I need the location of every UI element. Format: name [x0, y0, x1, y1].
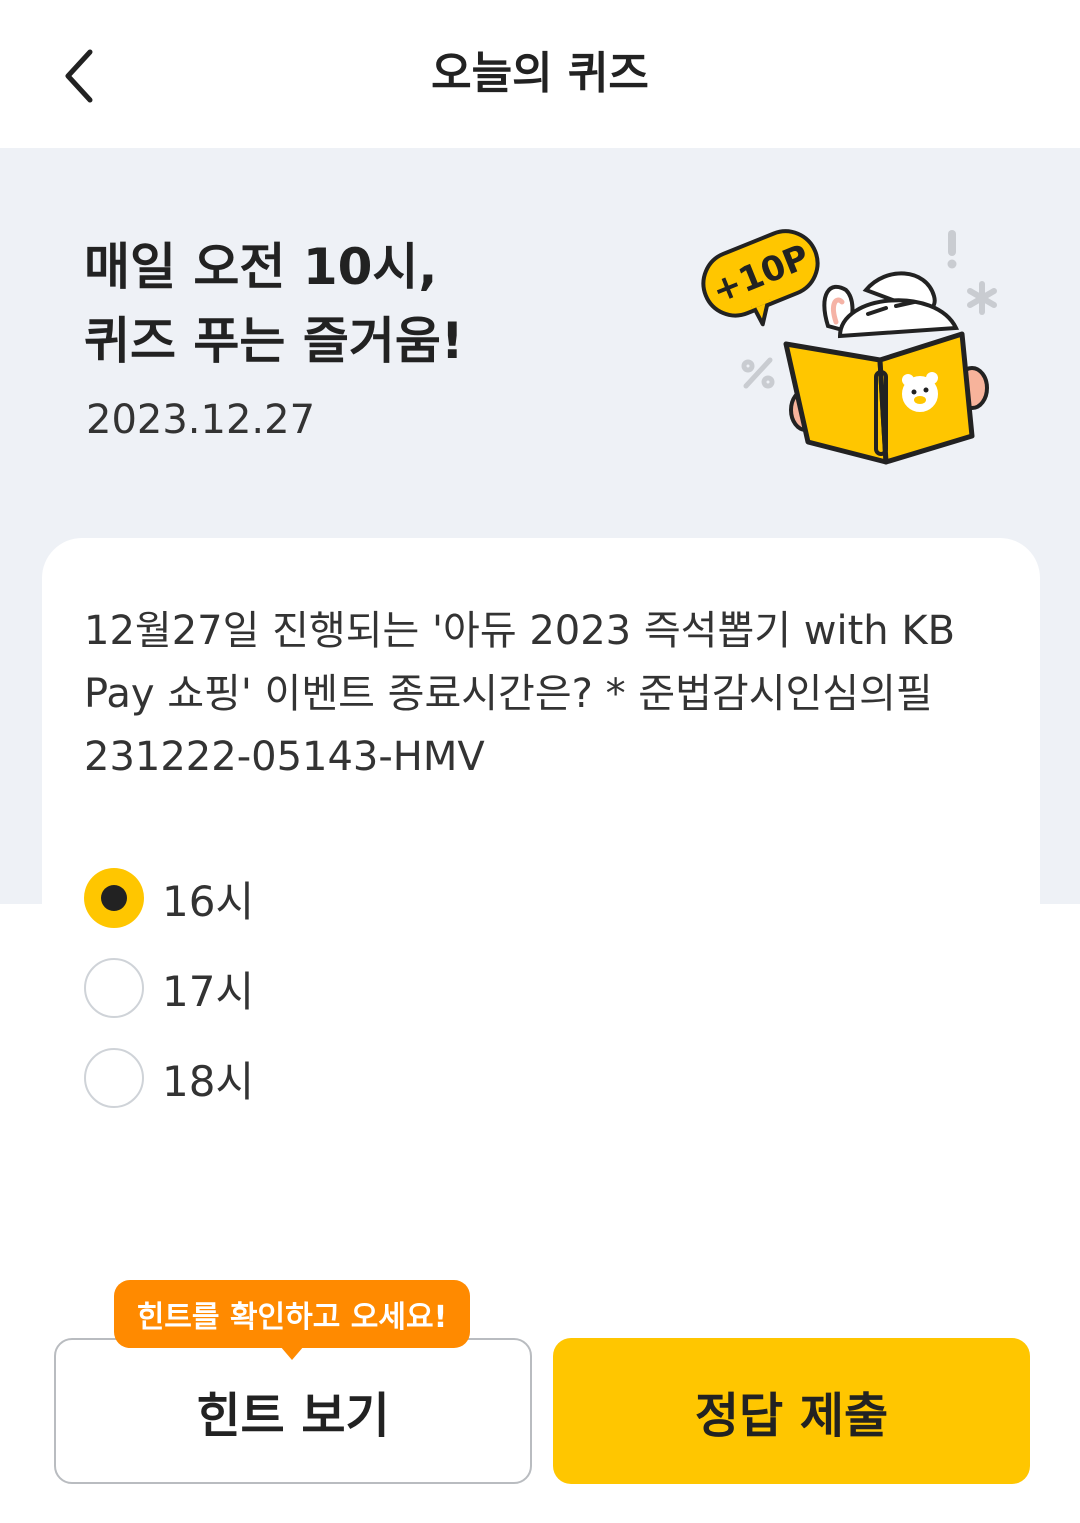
percent-icon: [741, 357, 775, 389]
bear-logo-icon: [902, 372, 938, 412]
answer-option-label: 18시: [162, 1056, 255, 1106]
answer-option-label: 17시: [162, 966, 255, 1016]
hint-tooltip: 힌트를 확인하고 오세요!: [114, 1280, 470, 1348]
asterisk-icon: [967, 281, 997, 315]
answer-option-18[interactable]: 18시: [84, 1046, 684, 1110]
hero-headline-line1: 매일 오전 10시,: [84, 238, 438, 296]
radio-selected-icon[interactable]: [84, 868, 144, 928]
page-title: 오늘의 퀴즈: [431, 48, 649, 99]
answer-option-17[interactable]: 17시: [84, 956, 684, 1020]
hero-headline: 매일 오전 10시, 퀴즈 푸는 즐거움!: [84, 230, 464, 378]
hint-tooltip-arrow: [280, 1346, 304, 1360]
app-header: 오늘의 퀴즈: [0, 0, 1080, 148]
radio-dot: [101, 885, 127, 911]
answer-option-label: 16시: [162, 876, 255, 926]
answer-options: 16시 17시 18시: [84, 866, 684, 1136]
radio-unselected-icon[interactable]: [84, 1048, 144, 1108]
answer-option-16[interactable]: 16시: [84, 866, 684, 930]
quiz-date: 2023.12.27: [86, 397, 316, 443]
submit-answer-button[interactable]: 정답 제출: [553, 1338, 1030, 1484]
exclamation-mark-icon: [947, 230, 957, 269]
reading-bunny-illustration: +10P: [701, 229, 997, 465]
hero-headline-line2: 퀴즈 푸는 즐거움!: [84, 312, 464, 370]
radio-unselected-icon[interactable]: [84, 958, 144, 1018]
points-badge: +10P: [701, 229, 820, 327]
quiz-question: 12월27일 진행되는 '아듀 2023 즉석뽑기 with KB Pay 쇼핑…: [84, 608, 956, 780]
